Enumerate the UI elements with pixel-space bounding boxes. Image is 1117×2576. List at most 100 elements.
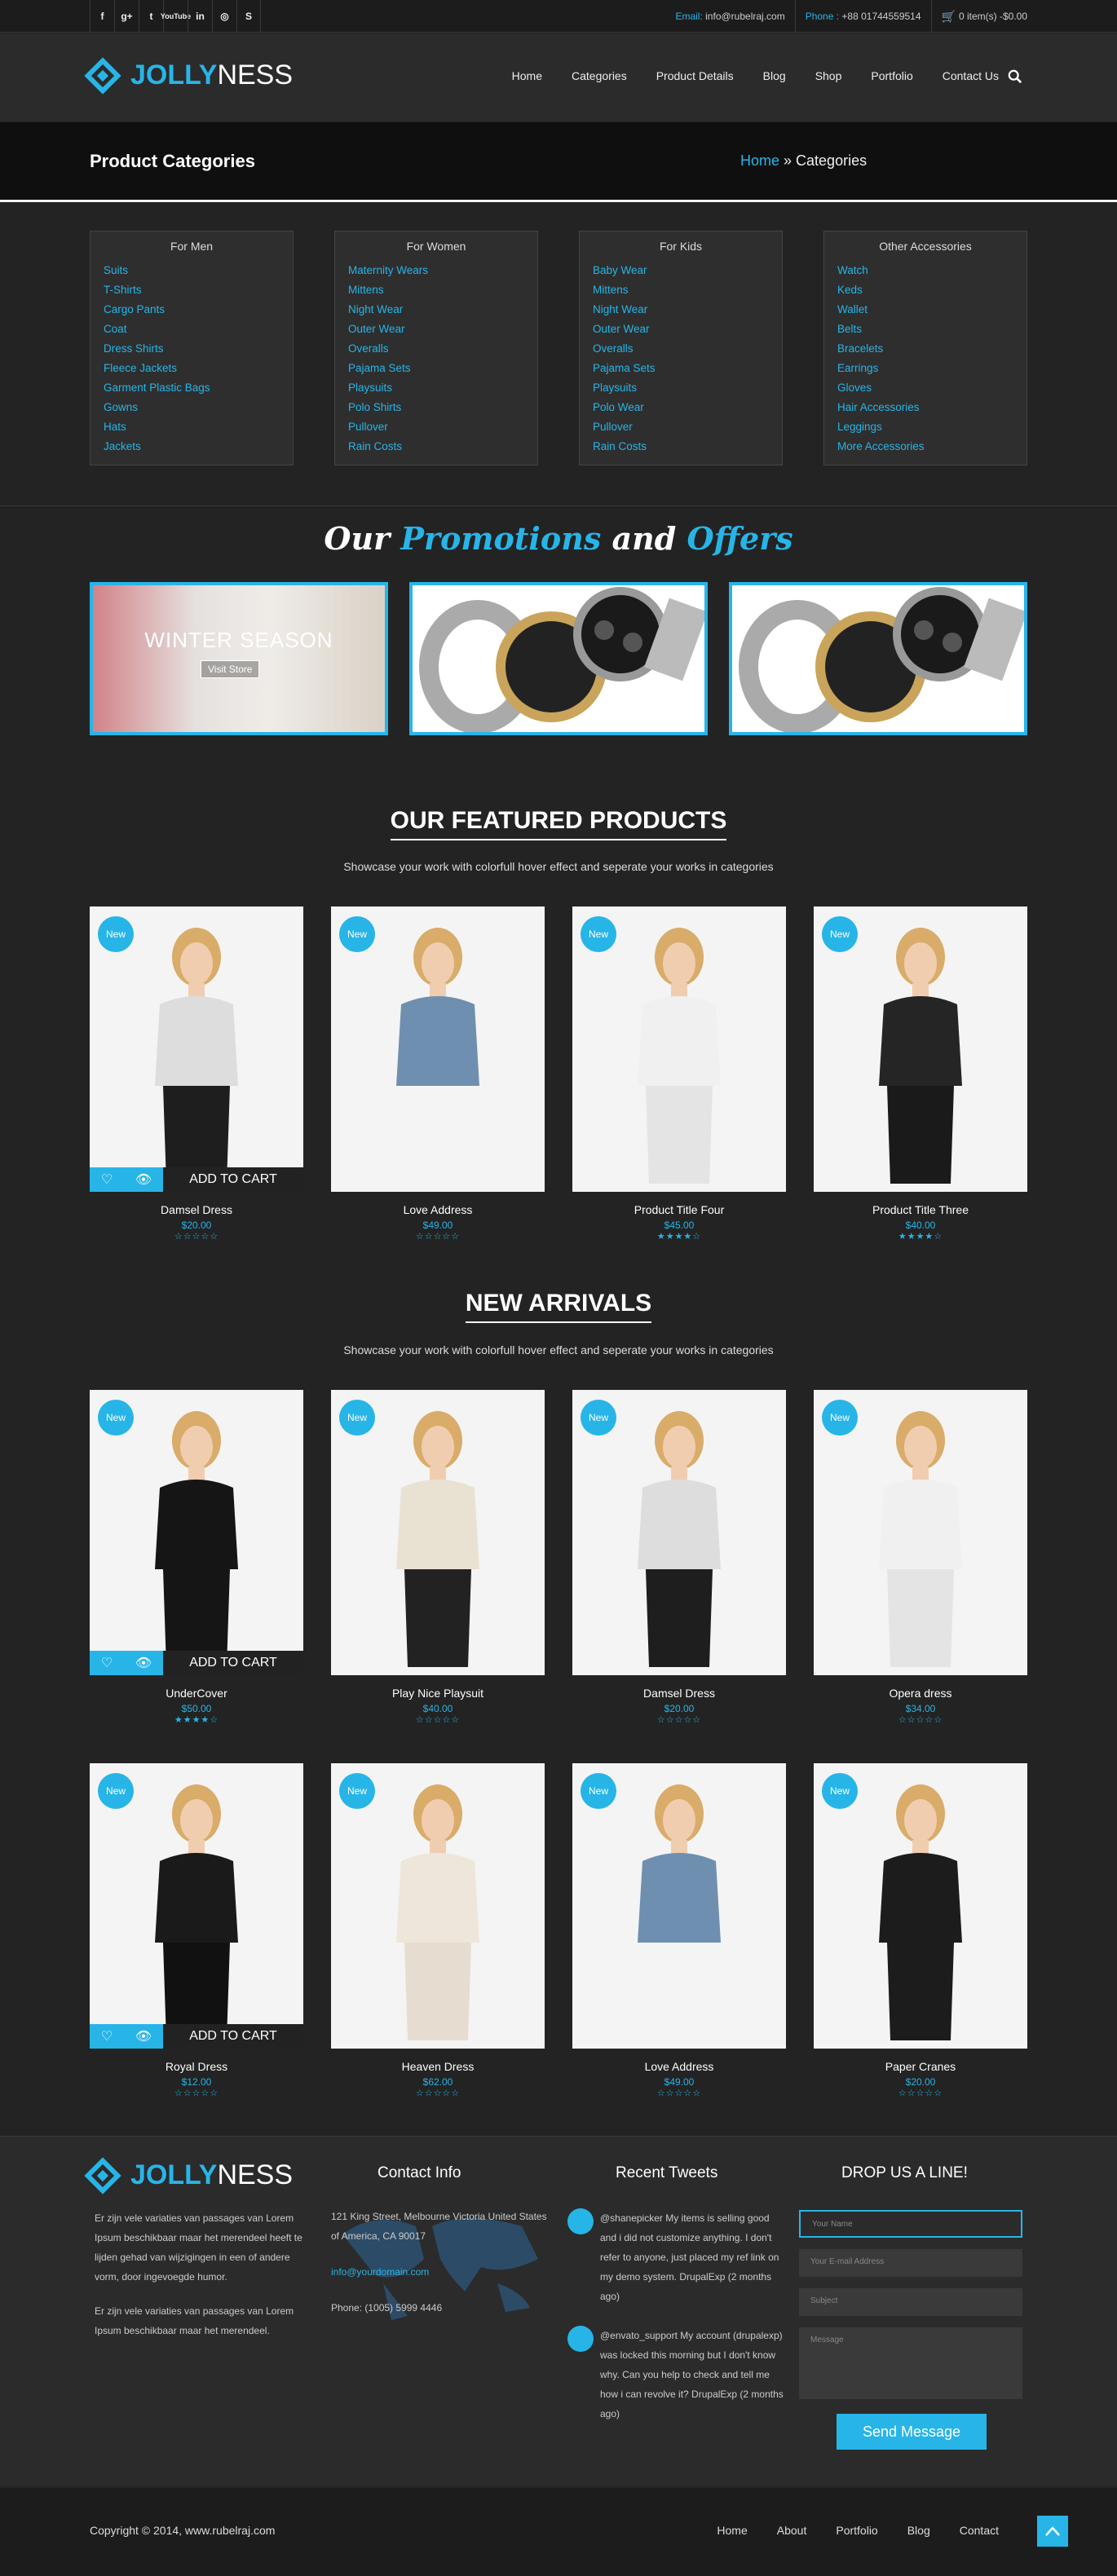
category-link[interactable]: Overalls <box>593 339 769 359</box>
product-image[interactable]: New ♡ 👁 ADD TO CART <box>90 906 303 1192</box>
logo[interactable]: JOLLY NESS <box>84 56 293 95</box>
nav-portfolio[interactable]: Portfolio <box>871 69 912 82</box>
nav-contact[interactable]: Contact Us <box>943 69 999 82</box>
eye-icon[interactable]: 👁 <box>135 1171 152 1188</box>
product-image[interactable]: New <box>814 1390 1027 1675</box>
footer-email[interactable]: info@yourdomain.com <box>331 2262 551 2282</box>
category-link[interactable]: Overalls <box>348 339 524 359</box>
twitter-icon[interactable]: t <box>139 0 163 33</box>
category-link[interactable]: Outer Wear <box>593 320 769 339</box>
heart-icon[interactable]: ♡ <box>101 1655 113 1671</box>
heart-icon[interactable]: ♡ <box>101 1171 113 1188</box>
product-name[interactable]: Product Title Four <box>572 1203 786 1216</box>
heart-icon[interactable]: ♡ <box>101 2028 113 2044</box>
product-name[interactable]: Opera dress <box>814 1687 1027 1700</box>
youtube-icon[interactable]: YouTube <box>161 0 191 33</box>
category-link[interactable]: Polo Wear <box>593 398 769 417</box>
subject-field[interactable]: Subject <box>799 2288 1022 2316</box>
category-link[interactable]: Cargo Pants <box>104 300 280 320</box>
promo-banner-watch[interactable] <box>409 582 708 735</box>
google-plus-icon[interactable]: g+ <box>114 0 139 33</box>
product-card[interactable]: New Play Nice Playsuit $40.00 ☆☆☆☆☆ <box>331 1390 545 1725</box>
product-image[interactable]: New <box>814 1763 1027 2049</box>
product-card[interactable]: New Product Title Three $40.00 ★★★★☆ <box>814 906 1027 1242</box>
category-link[interactable]: Pajama Sets <box>348 359 524 378</box>
footer-nav-portfolio[interactable]: Portfolio <box>836 2524 877 2537</box>
category-link[interactable]: Keds <box>837 280 1013 300</box>
category-link[interactable]: Pajama Sets <box>593 359 769 378</box>
visit-store-button[interactable]: Visit Store <box>201 660 260 678</box>
category-link[interactable]: Bracelets <box>837 339 1013 359</box>
product-image[interactable]: New <box>572 1763 786 2049</box>
category-link[interactable]: Belts <box>837 320 1013 339</box>
send-message-button[interactable]: Send Message <box>837 2414 987 2450</box>
dribbble-icon[interactable]: ◎ <box>212 0 236 33</box>
promo-banner-watch-2[interactable] <box>729 582 1027 735</box>
category-link[interactable]: Baby Wear <box>593 261 769 280</box>
product-name[interactable]: Heaven Dress <box>331 2060 545 2073</box>
category-link[interactable]: Coat <box>104 320 280 339</box>
footer-nav-home[interactable]: Home <box>717 2524 747 2537</box>
category-link[interactable]: Rain Costs <box>348 437 524 457</box>
category-link[interactable]: Suits <box>104 261 280 280</box>
product-image[interactable]: New <box>572 1390 786 1675</box>
product-image[interactable]: New ♡ 👁 ADD TO CART <box>90 1763 303 2049</box>
name-field[interactable]: Your Name <box>799 2210 1022 2238</box>
add-to-cart-button[interactable]: ADD TO CART <box>163 1167 303 1192</box>
product-name[interactable]: Love Address <box>572 2060 786 2073</box>
product-name[interactable]: Royal Dress <box>90 2060 303 2073</box>
nav-home[interactable]: Home <box>512 69 542 82</box>
product-name[interactable]: UnderCover <box>90 1687 303 1700</box>
category-link[interactable]: Night Wear <box>593 300 769 320</box>
product-name[interactable]: Paper Cranes <box>814 2060 1027 2073</box>
top-email[interactable]: info@rubelraj.com <box>705 11 785 22</box>
breadcrumb-home[interactable]: Home <box>740 152 779 169</box>
category-link[interactable]: Leggings <box>837 417 1013 437</box>
facebook-icon[interactable]: f <box>90 0 114 33</box>
add-to-cart-button[interactable]: ADD TO CART <box>163 1651 303 1675</box>
footer-logo[interactable]: JOLLY NESS <box>84 2156 293 2194</box>
skype-icon[interactable]: S <box>236 0 261 33</box>
product-card[interactable]: New Love Address $49.00 ☆☆☆☆☆ <box>572 1763 786 2098</box>
search-icon[interactable] <box>1008 69 1022 84</box>
category-link[interactable]: Rain Costs <box>593 437 769 457</box>
nav-product-details[interactable]: Product Details <box>656 69 734 82</box>
category-link[interactable]: Earrings <box>837 359 1013 378</box>
product-name[interactable]: Damsel Dress <box>572 1687 786 1700</box>
message-field[interactable]: Message <box>799 2327 1022 2399</box>
category-link[interactable]: More Accessories <box>837 437 1013 457</box>
footer-nav-contact[interactable]: Contact <box>960 2524 999 2537</box>
category-link[interactable]: Hair Accessories <box>837 398 1013 417</box>
category-link[interactable]: Pullover <box>348 417 524 437</box>
category-link[interactable]: Polo Shirts <box>348 398 524 417</box>
nav-blog[interactable]: Blog <box>763 69 786 82</box>
product-name[interactable]: Damsel Dress <box>90 1203 303 1216</box>
category-link[interactable]: Gloves <box>837 378 1013 398</box>
product-card[interactable]: New ♡ 👁 ADD TO CART Damsel Dress $20.00 ☆☆☆☆☆ <box>90 906 303 1242</box>
cart-summary[interactable]: 0 item(s) -$0.00 <box>959 11 1027 22</box>
nav-categories[interactable]: Categories <box>572 69 627 82</box>
category-link[interactable]: Garment Plastic Bags <box>104 378 280 398</box>
category-link[interactable]: Mittens <box>593 280 769 300</box>
product-card[interactable]: New Heaven Dress $62.00 ☆☆☆☆☆ <box>331 1763 545 2098</box>
product-card[interactable]: New Paper Cranes $20.00 ☆☆☆☆☆ <box>814 1763 1027 2098</box>
category-link[interactable]: Watch <box>837 261 1013 280</box>
category-link[interactable]: T-Shirts <box>104 280 280 300</box>
category-link[interactable]: Outer Wear <box>348 320 524 339</box>
linkedin-icon[interactable]: in <box>188 0 212 33</box>
category-link[interactable]: Gowns <box>104 398 280 417</box>
product-image[interactable]: New <box>814 906 1027 1192</box>
footer-nav-about[interactable]: About <box>777 2524 807 2537</box>
product-card[interactable]: New Love Address $49.00 ☆☆☆☆☆ <box>331 906 545 1242</box>
back-to-top-button[interactable] <box>1037 2516 1068 2547</box>
product-image[interactable]: New <box>331 1763 545 2049</box>
nav-shop[interactable]: Shop <box>815 69 842 82</box>
category-link[interactable]: Playsuits <box>593 378 769 398</box>
product-name[interactable]: Product Title Three <box>814 1203 1027 1216</box>
add-to-cart-button[interactable]: ADD TO CART <box>163 2024 303 2049</box>
promo-banner-winter[interactable]: WINTER SEASON Visit Store <box>90 582 388 735</box>
product-image[interactable]: New ♡ 👁 ADD TO CART <box>90 1390 303 1675</box>
product-image[interactable]: New <box>331 1390 545 1675</box>
cart-icon[interactable]: 🛒 <box>942 10 956 24</box>
category-link[interactable]: Pullover <box>593 417 769 437</box>
